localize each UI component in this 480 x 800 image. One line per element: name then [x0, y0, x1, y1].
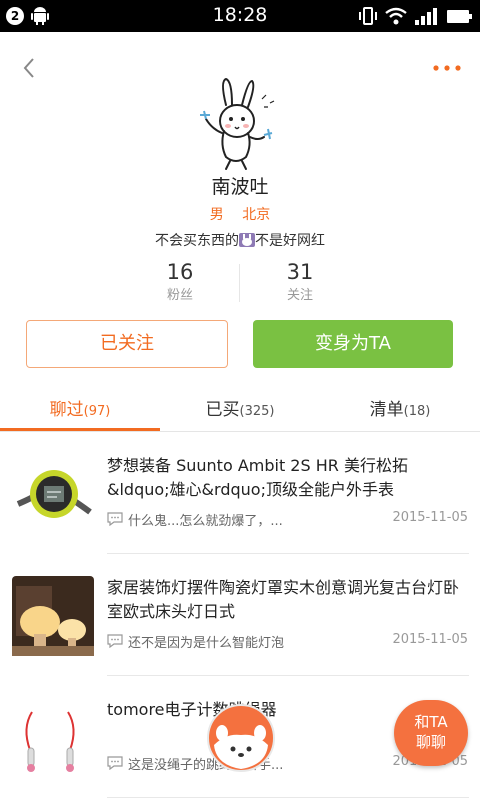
profile-avatar[interactable]	[190, 75, 290, 175]
stat-fans-label: 粉丝	[166, 288, 193, 303]
tab-list-label: 清单	[369, 400, 404, 420]
item-title: 梦想装备 Suunto Ambit 2S HR 美行松拓&ldquo;雄心&rd…	[107, 456, 408, 499]
signal-icon	[415, 8, 437, 25]
profile-gender: 男	[209, 207, 224, 223]
vibrate-icon	[359, 7, 377, 25]
item-comment: 什么鬼...怎么就劲爆了，...	[128, 514, 283, 529]
profile-stats: 16 粉丝 31 关注	[120, 258, 360, 308]
chat-with-ta-button[interactable]: 和TA 聊聊	[394, 700, 468, 766]
profile-name: 南波吐	[211, 176, 269, 198]
bio-text-end: 不是好网红	[255, 233, 325, 249]
status-time: 18:28	[212, 4, 268, 26]
more-dots-icon[interactable]	[430, 58, 464, 78]
tab-chatted-count: (97)	[83, 404, 111, 419]
tab-bought-label: 已买	[205, 400, 240, 420]
stat-fans[interactable]: 16 粉丝	[120, 258, 240, 306]
comment-icon	[107, 634, 123, 648]
tab-list-count: (18)	[403, 404, 431, 419]
item-title: 家居装饰灯摆件陶瓷灯罩实木创意调光复古台灯卧室欧式床头灯日式	[107, 578, 460, 621]
tab-bought[interactable]: 已买(325)	[160, 390, 320, 432]
chat-fab-line1: 和TA	[414, 713, 448, 731]
back-chevron-icon[interactable]	[18, 56, 42, 80]
bio-text-start: 不会买东西的	[155, 233, 239, 249]
comment-icon	[107, 512, 123, 526]
tab-chatted[interactable]: 聊过(97)	[0, 390, 160, 432]
comment-icon	[107, 756, 123, 770]
list-item[interactable]: 家居装饰灯摆件陶瓷灯罩实木创意调光复古台灯卧室欧式床头灯日式 还不是因为是什么智…	[0, 554, 480, 676]
tab-list[interactable]: 清单(18)	[320, 390, 480, 432]
stat-following[interactable]: 31 关注	[240, 258, 360, 306]
item-date: 2015-11-05	[392, 510, 468, 525]
active-tab-indicator	[0, 428, 160, 431]
profile-bio: 不会买东西的 不是好网红	[0, 230, 480, 250]
bunny-emoji-icon	[239, 233, 255, 247]
lamp-icon	[12, 576, 94, 656]
profile-city: 北京	[242, 207, 271, 223]
tab-bought-count: (325)	[239, 404, 275, 419]
chat-fab-line2: 聊聊	[415, 733, 446, 751]
status-bar: 2 18:28	[0, 0, 480, 32]
wifi-icon	[385, 7, 407, 25]
become-ta-button[interactable]: 变身为TA	[253, 320, 453, 368]
list-item[interactable]: 梦想装备 Suunto Ambit 2S HR 美行松拓&ldquo;雄心&rd…	[0, 432, 480, 554]
tab-chatted-label: 聊过	[49, 400, 84, 420]
item-divider	[107, 797, 469, 798]
stat-fans-value: 16	[166, 260, 194, 284]
stat-following-label: 关注	[286, 288, 313, 303]
mascot-fab-icon[interactable]	[206, 703, 276, 773]
watch-icon	[12, 454, 94, 534]
followed-button[interactable]: 已关注	[26, 320, 228, 368]
profile-meta: 男 北京	[0, 204, 480, 224]
item-date: 2015-11-05	[392, 632, 468, 647]
stat-following-value: 31	[286, 260, 314, 284]
jump-rope-icon	[12, 698, 94, 778]
item-comment: 还不是因为是什么智能灯泡	[128, 636, 285, 651]
content-tabs: 聊过(97) 已买(325) 清单(18)	[0, 390, 480, 432]
battery-icon	[447, 10, 472, 23]
